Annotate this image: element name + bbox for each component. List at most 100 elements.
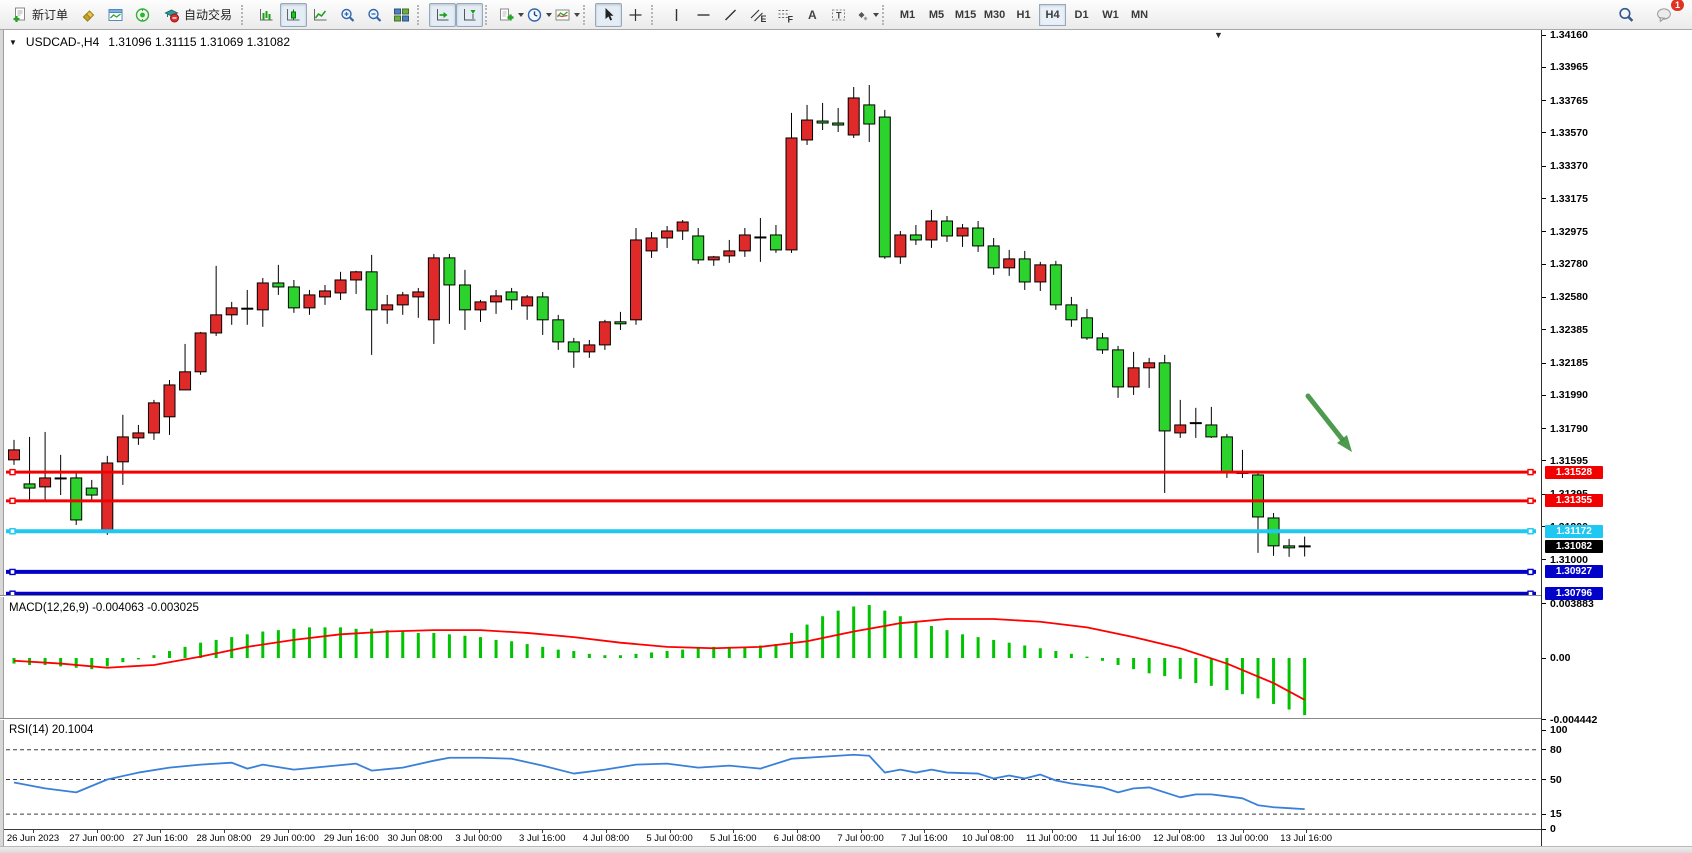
line-handle[interactable]: [1528, 529, 1533, 534]
price-pane[interactable]: [4, 30, 1542, 595]
timeframe-button-h4[interactable]: H4: [1039, 4, 1066, 26]
price-axis-label: 1.33370: [1550, 160, 1588, 172]
candle-bull: [1004, 259, 1015, 268]
timeframe-button-mn[interactable]: MN: [1126, 4, 1153, 26]
zoom-in-button[interactable]: [334, 3, 361, 27]
line-handle[interactable]: [10, 569, 15, 574]
auto-trading-button[interactable]: 自动交易: [156, 3, 239, 27]
timeframe-button-m15[interactable]: M15: [952, 4, 979, 26]
candle-bull: [133, 433, 144, 438]
macd-signal-line: [14, 619, 1305, 700]
line-handle[interactable]: [1528, 569, 1533, 574]
timeframe-button-d1[interactable]: D1: [1068, 4, 1095, 26]
candle-bull: [304, 295, 315, 308]
price-tag-line[interactable]: 1.30796: [1545, 587, 1603, 600]
candle-bear: [1097, 338, 1108, 350]
chart-shift-marker[interactable]: ▼: [1214, 30, 1223, 40]
time-axis-label: 28 Jun 08:00: [197, 833, 252, 844]
bar-chart-type-button[interactable]: [253, 3, 280, 27]
periods-button[interactable]: [525, 3, 553, 27]
time-axis[interactable]: 26 Jun 202327 Jun 00:0027 Jun 16:0028 Ju…: [4, 829, 1541, 846]
text-tool-button[interactable]: A: [798, 3, 825, 27]
sound-alerts-button[interactable]: [129, 3, 156, 27]
price-tag-line[interactable]: 1.31172: [1545, 525, 1603, 538]
price-tag-line[interactable]: 1.30927: [1545, 565, 1603, 578]
price-axis-label: 1.33965: [1550, 61, 1588, 73]
candle-bear: [1066, 305, 1077, 320]
macd-axis-tick: [1542, 719, 1546, 720]
time-axis-label: 3 Jul 00:00: [455, 833, 501, 844]
candle-bear: [1050, 265, 1061, 305]
cursor-tool-button[interactable]: [595, 3, 622, 27]
candle-bull: [1175, 425, 1186, 433]
price-tag-line[interactable]: 1.31528: [1545, 466, 1603, 479]
macd-axis-label: 0.00: [1550, 652, 1570, 664]
rsi-pane[interactable]: [4, 720, 1542, 829]
text-label-tool-button[interactable]: T: [825, 3, 852, 27]
price-axis-tick: [1542, 297, 1546, 298]
candle-bull: [1190, 423, 1201, 424]
price-axis-label: 1.32975: [1550, 226, 1588, 238]
timeframe-button-m5[interactable]: M5: [923, 4, 950, 26]
profiles-button[interactable]: [102, 3, 129, 27]
line-handle[interactable]: [10, 529, 15, 534]
candle-bear: [1284, 546, 1295, 548]
arrows-tool-button[interactable]: [852, 3, 880, 27]
toolbar-grip: [241, 5, 249, 25]
timeframe-button-m1[interactable]: M1: [894, 4, 921, 26]
time-axis-label: 29 Jun 00:00: [260, 833, 315, 844]
line-handle[interactable]: [1528, 470, 1533, 475]
vertical-line-tool-button[interactable]: [663, 3, 690, 27]
search-button[interactable]: [1612, 3, 1639, 27]
candle-bear: [444, 258, 455, 285]
clock-icon: [526, 7, 543, 23]
equidistant-channel-tool-button[interactable]: E: [744, 3, 771, 27]
zoom-out-button[interactable]: [361, 3, 388, 27]
line-handle[interactable]: [10, 470, 15, 475]
candle-bull: [397, 295, 408, 305]
candle-bull: [211, 315, 222, 333]
candle-bear: [910, 235, 921, 240]
price-axis-label: 1.32580: [1550, 291, 1588, 303]
timeframe-button-m30[interactable]: M30: [981, 4, 1008, 26]
templates-button[interactable]: [553, 3, 581, 27]
annotation-arrow-shaft[interactable]: [1308, 396, 1342, 439]
notifications-button[interactable]: 1: [1651, 3, 1678, 27]
time-axis-label: 11 Jul 16:00: [1090, 833, 1141, 844]
candlestick-chart-type-button[interactable]: [280, 3, 307, 27]
candle-bull: [9, 450, 20, 460]
auto-scroll-button[interactable]: [429, 3, 456, 27]
candle-bear: [1206, 425, 1217, 437]
time-axis-label: 13 Jul 16:00: [1280, 833, 1332, 844]
time-axis-label: 13 Jul 00:00: [1217, 833, 1269, 844]
crosshair-tool-button[interactable]: [622, 3, 649, 27]
trendline-tool-button[interactable]: [717, 3, 744, 27]
line-handle[interactable]: [10, 498, 15, 503]
chart-shift-button[interactable]: [456, 3, 483, 27]
candle-bull: [1128, 368, 1139, 387]
candle-bear: [1081, 318, 1092, 338]
candle-bull: [724, 251, 735, 256]
price-axis-label: 1.32385: [1550, 324, 1588, 336]
price-axis[interactable]: 1.341601.339651.337651.335701.333701.331…: [1541, 30, 1692, 846]
tile-windows-button[interactable]: [388, 3, 415, 27]
candle-bear: [817, 121, 828, 123]
indicators-button[interactable]: [497, 3, 525, 27]
candle-bull: [646, 238, 657, 251]
macd-pane[interactable]: [4, 596, 1542, 718]
timeframe-button-h1[interactable]: H1: [1010, 4, 1037, 26]
timeframe-button-w1[interactable]: W1: [1097, 4, 1124, 26]
symbol-dropdown-icon[interactable]: ▼: [9, 38, 17, 47]
new-order-button[interactable]: 新订单: [4, 3, 75, 27]
fibonacci-tool-button[interactable]: F: [771, 3, 798, 27]
new-order-icon: [11, 7, 28, 23]
candle-bear: [537, 297, 548, 320]
horizontal-line-tool-button[interactable]: [690, 3, 717, 27]
rsi-axis-tick: [1542, 779, 1546, 780]
price-axis-label: 1.33175: [1550, 193, 1588, 205]
line-chart-type-button[interactable]: [307, 3, 334, 27]
candle-bull: [148, 403, 159, 433]
price-tag-line[interactable]: 1.31355: [1545, 494, 1603, 507]
line-handle[interactable]: [1528, 498, 1533, 503]
delete-objects-button[interactable]: [75, 3, 102, 27]
